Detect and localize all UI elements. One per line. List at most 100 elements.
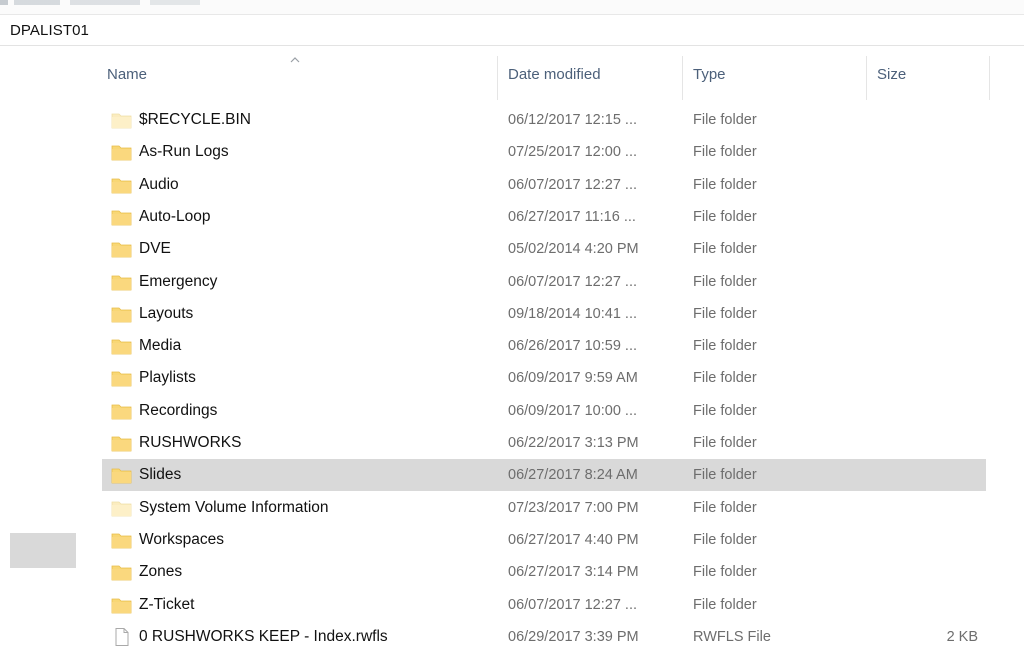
file-name: Recordings [139,401,218,419]
file-type: File folder [693,402,757,419]
date-modified: 06/26/2017 10:59 ... [508,338,637,355]
date-modified: 06/27/2017 11:16 ... [508,208,636,225]
file-row[interactable]: Layouts 09/18/2014 10:41 ... File folder [102,298,986,330]
date-modified: 06/29/2017 3:39 PM [508,628,639,645]
file-row[interactable]: Recordings 06/09/2017 10:00 ... File folde… [102,395,986,427]
cropped-ribbon [0,0,200,5]
column-divider[interactable] [497,56,498,100]
file-name: Z-Ticket [139,595,195,613]
file-type: RWFLS File [693,628,771,645]
file-type: File folder [693,241,757,258]
file-row[interactable]: Zones 06/27/2017 3:14 PM File folder [102,556,986,588]
folder-icon [111,436,132,452]
file-type: File folder [693,208,757,225]
date-modified: 06/07/2017 12:27 ... [508,176,637,193]
folder-icon [111,242,132,258]
file-type: File folder [693,305,757,322]
file-row[interactable]: Playlists 06/09/2017 9:59 AM File folder [102,362,986,394]
column-divider[interactable] [682,56,683,100]
date-modified: 06/09/2017 9:59 AM [508,370,638,387]
file-row[interactable]: DVE 05/02/2014 4:20 PM File folder [102,233,986,265]
file-name: System Volume Information [139,498,329,516]
file-name: Slides [139,466,182,484]
column-header-size[interactable]: Size [877,66,906,83]
file-row[interactable]: Auto-Loop 06/27/2017 11:16 ... File folder [102,201,986,233]
folder-icon [111,501,132,516]
file-name: Layouts [139,304,194,322]
date-modified: 09/18/2014 10:41 ... [508,305,637,322]
address-path[interactable]: DPALIST01 [10,22,89,39]
file-row[interactable]: Workspaces 06/27/2017 4:40 PM File folder [102,524,986,556]
file-name: Emergency [139,272,218,290]
file-type: File folder [693,338,757,355]
folder-icon [111,404,132,420]
date-modified: 06/07/2017 12:27 ... [508,273,637,290]
address-bar[interactable]: DPALIST01 [0,15,1024,46]
folder-icon [111,113,132,129]
column-header-bar: Name Date modified Type Size [102,46,990,104]
column-header-date-modified[interactable]: Date modified [508,66,601,83]
file-row[interactable]: Audio 06/07/2017 12:27 ... File folder [102,169,986,201]
file-type: File folder [693,435,757,451]
file-name: 0 RUSHWORKS KEEP - Index.rwfls [139,627,388,645]
file-type: File folder [693,273,757,290]
folder-icon [111,307,132,323]
file-name: RUSHWORKS [139,434,242,451]
date-modified: 07/23/2017 7:00 PM [508,499,639,516]
file-row[interactable]: As-Run Logs 07/25/2017 12:00 ... File fold… [102,136,986,168]
file-row[interactable]: System Volume Information 07/23/2017 7:00… [102,492,986,524]
file-type: File folder [693,467,757,484]
sort-ascending-icon [290,57,300,63]
file-icon [115,627,129,646]
file-row[interactable]: Media 06/26/2017 10:59 ... File folder [102,330,986,362]
file-type: File folder [693,531,757,548]
file-name: Zones [139,563,183,581]
date-modified: 07/25/2017 12:00 ... [508,144,637,161]
column-divider[interactable] [866,56,867,100]
date-modified: 05/02/2014 4:20 PM [508,241,639,258]
file-name: As-Run Logs [139,143,229,161]
file-type: File folder [693,370,757,387]
file-row[interactable]: $RECYCLE.BIN 06/12/2017 12:15 ... File fol… [102,104,986,136]
date-modified: 06/27/2017 4:40 PM [508,531,639,548]
file-type: File folder [693,596,757,613]
folder-icon [111,598,132,613]
file-row[interactable]: Emergency 06/07/2017 12:27 ... File folder [102,266,986,298]
folder-icon [111,533,132,549]
navigation-pane[interactable] [0,46,96,668]
file-row[interactable]: Slides 06/27/2017 8:24 AM File folder [102,459,986,492]
file-row[interactable]: Z-Ticket 06/07/2017 12:27 ... File folder [102,589,986,621]
file-list[interactable]: Name Date modified Type Size $RECYCLE.BI… [102,46,1024,668]
file-name: Workspaces [139,530,224,548]
file-type: File folder [693,564,757,581]
date-modified: 06/09/2017 10:00 ... [508,402,637,419]
date-modified: 06/27/2017 3:14 PM [508,564,639,581]
folder-icon [111,371,132,387]
top-strip [0,0,1024,15]
folder-icon [111,565,132,581]
file-name: Media [139,337,182,355]
file-name: $RECYCLE.BIN [139,111,251,128]
column-header-name[interactable]: Name [107,66,147,83]
file-type: File folder [693,176,757,193]
date-modified: 06/27/2017 8:24 AM [508,467,638,484]
file-row[interactable]: 0 RUSHWORKS KEEP - Index.rwfls 06/29/2017… [102,621,986,653]
file-row[interactable]: RUSHWORKS 06/22/2017 3:13 PM File folder [102,427,986,459]
date-modified: 06/22/2017 3:13 PM [508,435,639,451]
file-type: File folder [693,112,757,128]
column-header-type[interactable]: Type [693,66,726,83]
nav-selected-item[interactable] [10,533,76,568]
file-size: 2 KB [946,628,978,645]
date-modified: 06/12/2017 12:15 ... [508,112,637,128]
file-name: Playlists [139,369,196,387]
folder-icon [111,178,132,193]
column-divider[interactable] [989,56,990,100]
folder-icon [111,210,132,226]
file-name: Auto-Loop [139,207,211,225]
folder-icon [111,339,132,355]
file-type: File folder [693,144,757,161]
date-modified: 06/07/2017 12:27 ... [508,596,637,613]
file-name: Audio [139,175,179,193]
folder-icon [111,275,132,290]
folder-icon [111,145,132,161]
